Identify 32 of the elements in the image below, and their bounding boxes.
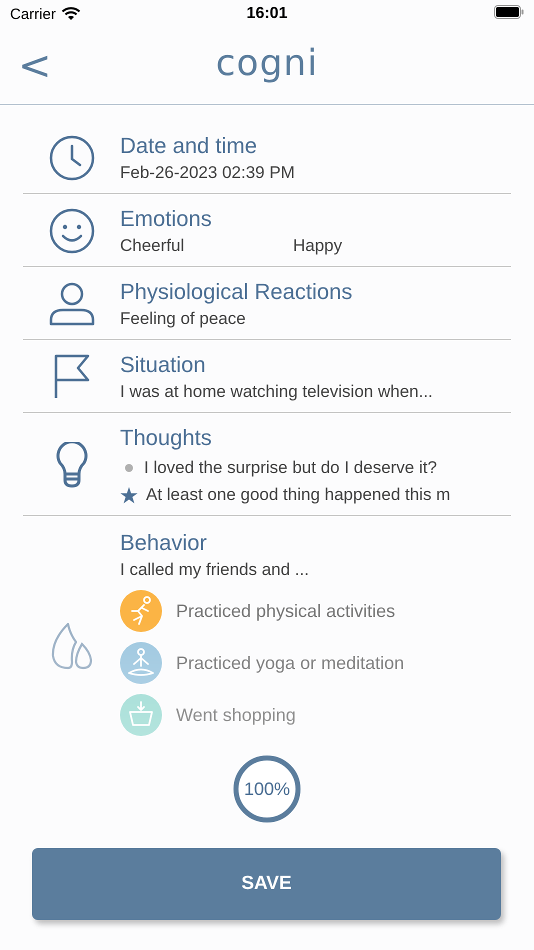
- section-title: Date and time: [120, 133, 258, 159]
- section-title: Thoughts: [120, 425, 213, 451]
- lightbulb-icon: [54, 442, 90, 488]
- clock-icon: [48, 135, 94, 181]
- section-value: Feeling of peace: [120, 309, 247, 329]
- thought-text: I loved the surprise but do I deserve it?: [144, 458, 437, 478]
- activity-label: Went shopping: [176, 704, 296, 726]
- progress-ring: 100%: [233, 755, 301, 823]
- save-button[interactable]: SAVE: [32, 848, 501, 920]
- flame-icon: [50, 622, 94, 670]
- activity-label: Practiced yoga or meditation: [176, 652, 404, 674]
- activity-label: Practiced physical activities: [176, 600, 396, 622]
- section-value: I called my friends and ...: [120, 560, 309, 580]
- back-button[interactable]: <: [14, 46, 56, 86]
- person-icon: [48, 282, 94, 326]
- section-title: Behavior: [120, 530, 208, 556]
- section-title: Physiological Reactions: [120, 279, 352, 305]
- section-value: I was at home watching television when...: [120, 382, 433, 402]
- status-time: 16:01: [246, 5, 288, 23]
- app-logo: cogni: [216, 42, 318, 84]
- section-value: Feb-26-2023 02:39 PM: [120, 163, 295, 183]
- battery-icon: [494, 4, 524, 18]
- section-title: Emotions: [120, 206, 213, 232]
- wifi-icon: [60, 7, 81, 21]
- bullet-icon: [125, 464, 133, 472]
- section-title: Situation: [120, 352, 207, 378]
- smiley-icon: [48, 208, 94, 254]
- carrier-label: Carrier: [10, 6, 56, 22]
- thought-text: At least one good thing happened this m: [146, 485, 450, 505]
- section-value: Cheerful: [120, 236, 186, 256]
- section-value: Happy: [293, 236, 344, 256]
- star-icon: [120, 486, 138, 504]
